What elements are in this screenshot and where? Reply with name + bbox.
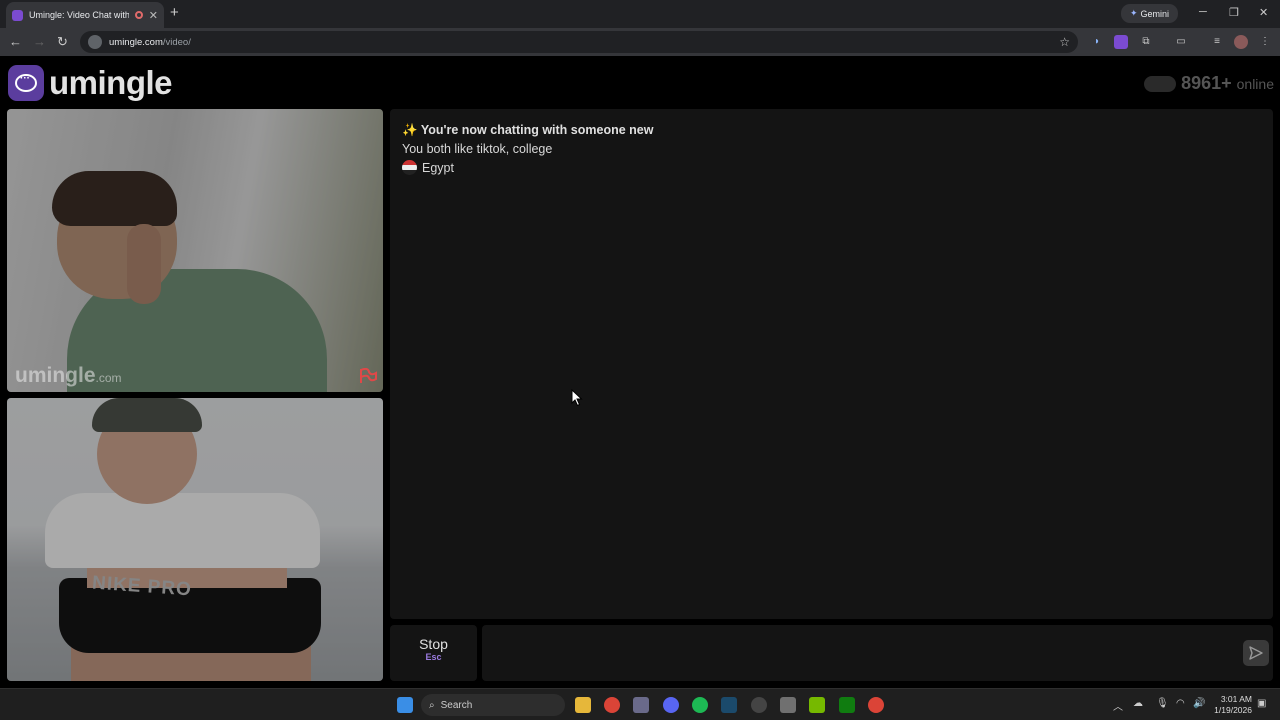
send-button[interactable] [1243, 640, 1269, 666]
online-count: 8961+ [1181, 73, 1232, 93]
clock-date: 1/19/2026 [1214, 705, 1252, 715]
browser-tab[interactable]: Umingle: Video Chat with S ✕ [6, 2, 164, 28]
chat-panel: ✨ You're now chatting with someone new Y… [390, 109, 1273, 619]
online-label: online [1236, 76, 1274, 92]
common-interests: You both like tiktok, college [402, 142, 553, 156]
new-tab-button[interactable]: + [170, 4, 179, 21]
profile-avatar[interactable] [1234, 35, 1248, 49]
message-input[interactable] [482, 625, 1273, 681]
sparkles-icon: ✨ [402, 123, 418, 137]
browser-menu-icon[interactable]: ⋮ [1258, 35, 1272, 49]
site-info-icon[interactable] [88, 35, 102, 49]
minimize-icon[interactable]: ─ [1199, 6, 1207, 18]
send-icon [1249, 646, 1263, 660]
stranger-video: umingle.com [7, 109, 383, 392]
country-name: Egypt [422, 160, 454, 175]
window-close-icon[interactable]: ✕ [1259, 6, 1268, 19]
url-text: umingle.com/video/ [109, 36, 191, 48]
stop-shortcut: Esc [425, 652, 442, 662]
chat-status-message: ✨ You're now chatting with someone new [402, 123, 654, 137]
reload-icon[interactable]: ↻ [57, 34, 68, 50]
chat-bubble-logo-icon [8, 65, 44, 101]
store-icon[interactable] [633, 697, 649, 713]
report-flag-icon[interactable] [359, 368, 377, 384]
umingle-favicon-icon [12, 9, 23, 21]
page: umingle 8961+ online umingle.com NIKE PR… [0, 57, 1280, 687]
discord-icon[interactable] [663, 697, 679, 713]
logo-text: umingle [49, 64, 173, 101]
onedrive-icon[interactable]: ☁ [1133, 698, 1143, 709]
spotify-icon[interactable] [692, 697, 708, 713]
settings-gear-icon[interactable] [780, 697, 796, 713]
gemini-icon: ✦ [1129, 8, 1138, 18]
gemini-button[interactable]: ✦ Gemini [1121, 4, 1178, 23]
clock-time: 3:01 AM [1220, 694, 1252, 704]
volume-icon[interactable]: 🔊 [1193, 698, 1205, 709]
browser-tabbar: Umingle: Video Chat with S ✕ + ✦ Gemini … [0, 0, 1280, 28]
back-icon[interactable]: ← [9, 34, 22, 49]
browser-navbar: ← → ↻ umingle.com/video/ ☆ ◗ ⧉ ▭ ≡ ⋮ [0, 28, 1280, 56]
search-icon: ⌕ [429, 699, 435, 711]
search-label: Search [440, 699, 473, 711]
forward-icon[interactable]: → [33, 34, 46, 49]
file-explorer-icon[interactable] [575, 697, 591, 713]
media-controls-icon[interactable]: ≡ [1210, 35, 1224, 49]
taskbar-clock[interactable]: 3:01 AM 1/19/2026 [1214, 694, 1252, 716]
online-indicator: 8961+ online [1144, 73, 1274, 94]
umingle-watermark: umingle.com [15, 364, 122, 387]
notification-icon[interactable]: ▣ [1257, 698, 1266, 709]
mouse-cursor-icon [571, 389, 583, 407]
tab-close-icon[interactable]: ✕ [149, 9, 158, 22]
recording-indicator-icon [134, 11, 143, 19]
gemini-label: Gemini [1140, 8, 1170, 19]
cast-icon[interactable]: ▭ [1174, 35, 1188, 49]
restore-icon[interactable]: ❐ [1229, 6, 1239, 19]
xbox-icon[interactable] [839, 697, 855, 713]
stop-label: Stop [419, 636, 448, 652]
wifi-icon[interactable]: ◠ [1176, 698, 1185, 709]
taskbar-search[interactable]: ⌕ Search [421, 694, 565, 716]
egypt-flag-icon [402, 160, 417, 175]
taskbar: ⌕ Search ︿ ☁ 🎙 ◠ 🔊 3:01 AM 1/19/2026 ▣ [0, 688, 1280, 720]
bookmark-star-icon[interactable]: ☆ [1059, 35, 1070, 49]
obs-icon[interactable] [751, 697, 767, 713]
steam-icon[interactable] [721, 697, 737, 713]
extension-audio-icon[interactable]: ◗ [1090, 35, 1104, 49]
nvidia-icon[interactable] [809, 697, 825, 713]
stop-button[interactable]: Stop Esc [390, 625, 477, 681]
tray-overflow-icon[interactable]: ︿ [1113, 698, 1123, 713]
windows-start-icon[interactable] [397, 697, 413, 713]
microphone-icon[interactable]: 🎙 [1156, 698, 1169, 709]
extension-twitch-icon[interactable] [1114, 35, 1128, 49]
address-bar[interactable]: umingle.com/video/ ☆ [80, 31, 1078, 53]
self-video: NIKE PRO [7, 398, 383, 681]
extensions-puzzle-icon[interactable]: ⧉ [1139, 35, 1153, 49]
tab-title: Umingle: Video Chat with S [29, 10, 129, 20]
chrome-icon[interactable] [604, 697, 620, 713]
stranger-country: Egypt [402, 160, 1261, 175]
theme-toggle[interactable] [1144, 75, 1177, 92]
chrome-active-icon[interactable] [868, 697, 884, 713]
site-logo[interactable]: umingle [8, 64, 173, 102]
